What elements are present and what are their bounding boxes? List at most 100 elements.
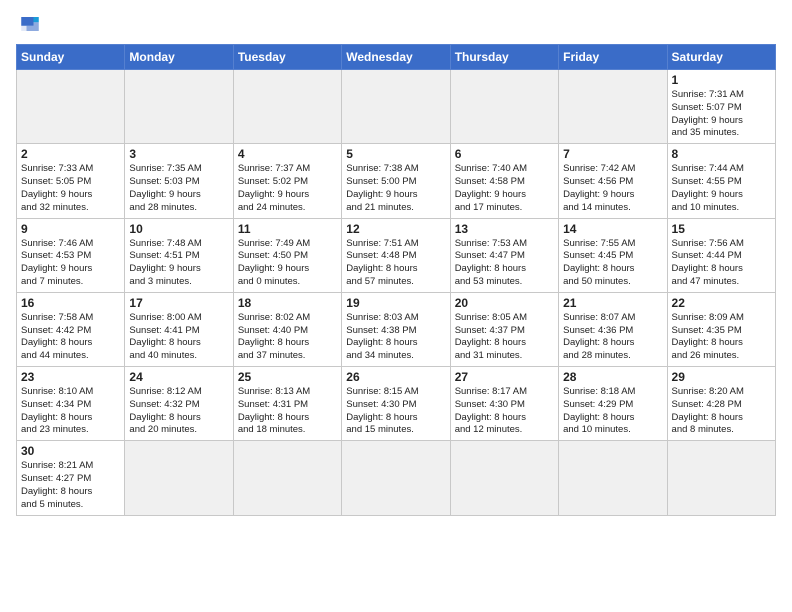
day-number: 29 <box>672 370 771 384</box>
day-number: 20 <box>455 296 554 310</box>
calendar-cell: 14Sunrise: 7:55 AM Sunset: 4:45 PM Dayli… <box>559 218 667 292</box>
weekday-saturday: Saturday <box>667 45 775 70</box>
day-number: 4 <box>238 147 337 161</box>
day-number: 6 <box>455 147 554 161</box>
day-number: 22 <box>672 296 771 310</box>
weekday-wednesday: Wednesday <box>342 45 450 70</box>
day-info: Sunrise: 8:10 AM Sunset: 4:34 PM Dayligh… <box>21 386 120 437</box>
day-info: Sunrise: 7:37 AM Sunset: 5:02 PM Dayligh… <box>238 163 337 214</box>
calendar-cell: 15 Sunrise: 7:56 AM Sunset: 4:44 PM Dayli… <box>667 218 775 292</box>
calendar-cell: 3 Sunrise: 7:35 AM Sunset: 5:03 PM Daylig… <box>125 144 233 218</box>
day-info: Sunrise: 7:33 AM Sunset: 5:05 PM Dayligh… <box>21 163 120 214</box>
day-info: Sunrise: 7:31 AM Sunset: 5:07 PM Dayligh… <box>672 89 771 140</box>
day-info: Sunrise: 7:51 AM Sunset: 4:48 PM Dayligh… <box>346 238 445 289</box>
calendar-row-5: 30 Sunrise: 8:21 AM Sunset: 4:27 PM Dayli… <box>17 441 776 515</box>
calendar-cell: 28Sunrise: 8:18 AM Sunset: 4:29 PM Dayli… <box>559 367 667 441</box>
calendar-cell: 21 Sunrise: 8:07 AM Sunset: 4:36 PM Dayli… <box>559 292 667 366</box>
calendar-cell: 9 Sunrise: 7:46 AM Sunset: 4:53 PM Daylig… <box>17 218 125 292</box>
day-info: Sunrise: 7:38 AM Sunset: 5:00 PM Dayligh… <box>346 163 445 214</box>
calendar-cell <box>233 441 341 515</box>
calendar-cell: 4 Sunrise: 7:37 AM Sunset: 5:02 PM Daylig… <box>233 144 341 218</box>
day-number: 2 <box>21 147 120 161</box>
day-info: Sunrise: 8:21 AM Sunset: 4:27 PM Dayligh… <box>21 460 120 511</box>
calendar-row-3: 16 Sunrise: 7:58 AM Sunset: 4:42 PM Dayli… <box>17 292 776 366</box>
day-info: Sunrise: 8:20 AM Sunset: 4:28 PM Dayligh… <box>672 386 771 437</box>
calendar-cell <box>125 441 233 515</box>
day-info: Sunrise: 7:56 AM Sunset: 4:44 PM Dayligh… <box>672 238 771 289</box>
day-info: Sunrise: 8:05 AM Sunset: 4:37 PM Dayligh… <box>455 312 554 363</box>
calendar-cell: 16 Sunrise: 7:58 AM Sunset: 4:42 PM Dayli… <box>17 292 125 366</box>
day-number: 17 <box>129 296 228 310</box>
day-number: 25 <box>238 370 337 384</box>
day-number: 18 <box>238 296 337 310</box>
day-info: Sunrise: 8:13 AM Sunset: 4:31 PM Dayligh… <box>238 386 337 437</box>
calendar-cell <box>125 70 233 144</box>
day-number: 5 <box>346 147 445 161</box>
logo-icon <box>16 10 44 38</box>
day-number: 16 <box>21 296 120 310</box>
day-number: 11 <box>238 222 337 236</box>
weekday-sunday: Sunday <box>17 45 125 70</box>
weekday-friday: Friday <box>559 45 667 70</box>
calendar-cell: 19Sunrise: 8:03 AM Sunset: 4:38 PM Dayli… <box>342 292 450 366</box>
day-info: Sunrise: 8:09 AM Sunset: 4:35 PM Dayligh… <box>672 312 771 363</box>
calendar-row-2: 9 Sunrise: 7:46 AM Sunset: 4:53 PM Daylig… <box>17 218 776 292</box>
calendar-row-0: 1 Sunrise: 7:31 AM Sunset: 5:07 PM Daylig… <box>17 70 776 144</box>
calendar-cell <box>17 70 125 144</box>
calendar-cell: 22 Sunrise: 8:09 AM Sunset: 4:35 PM Dayli… <box>667 292 775 366</box>
day-number: 27 <box>455 370 554 384</box>
calendar-cell: 11 Sunrise: 7:49 AM Sunset: 4:50 PM Dayli… <box>233 218 341 292</box>
day-info: Sunrise: 7:55 AM Sunset: 4:45 PM Dayligh… <box>563 238 662 289</box>
calendar-cell <box>450 70 558 144</box>
calendar-cell: 1 Sunrise: 7:31 AM Sunset: 5:07 PM Daylig… <box>667 70 775 144</box>
calendar-cell: 2 Sunrise: 7:33 AM Sunset: 5:05 PM Daylig… <box>17 144 125 218</box>
day-info: Sunrise: 8:07 AM Sunset: 4:36 PM Dayligh… <box>563 312 662 363</box>
day-info: Sunrise: 7:58 AM Sunset: 4:42 PM Dayligh… <box>21 312 120 363</box>
day-number: 1 <box>672 73 771 87</box>
calendar-cell <box>233 70 341 144</box>
day-info: Sunrise: 8:00 AM Sunset: 4:41 PM Dayligh… <box>129 312 228 363</box>
calendar-cell <box>342 441 450 515</box>
day-number: 12 <box>346 222 445 236</box>
day-number: 19 <box>346 296 445 310</box>
day-info: Sunrise: 8:18 AM Sunset: 4:29 PM Dayligh… <box>563 386 662 437</box>
day-number: 23 <box>21 370 120 384</box>
calendar-cell: 25 Sunrise: 8:13 AM Sunset: 4:31 PM Dayli… <box>233 367 341 441</box>
day-number: 15 <box>672 222 771 236</box>
weekday-monday: Monday <box>125 45 233 70</box>
weekday-header-row: SundayMondayTuesdayWednesdayThursdayFrid… <box>17 45 776 70</box>
day-number: 7 <box>563 147 662 161</box>
calendar-cell: 30 Sunrise: 8:21 AM Sunset: 4:27 PM Dayli… <box>17 441 125 515</box>
header <box>16 10 776 38</box>
calendar-cell: 24Sunrise: 8:12 AM Sunset: 4:32 PM Dayli… <box>125 367 233 441</box>
page: SundayMondayTuesdayWednesdayThursdayFrid… <box>0 0 792 612</box>
calendar-row-4: 23 Sunrise: 8:10 AM Sunset: 4:34 PM Dayli… <box>17 367 776 441</box>
day-info: Sunrise: 7:46 AM Sunset: 4:53 PM Dayligh… <box>21 238 120 289</box>
calendar-cell <box>342 70 450 144</box>
calendar-cell: 20 Sunrise: 8:05 AM Sunset: 4:37 PM Dayli… <box>450 292 558 366</box>
calendar-cell: 18Sunrise: 8:02 AM Sunset: 4:40 PM Dayli… <box>233 292 341 366</box>
calendar-cell: 10 Sunrise: 7:48 AM Sunset: 4:51 PM Dayli… <box>125 218 233 292</box>
day-info: Sunrise: 8:15 AM Sunset: 4:30 PM Dayligh… <box>346 386 445 437</box>
day-info: Sunrise: 7:48 AM Sunset: 4:51 PM Dayligh… <box>129 238 228 289</box>
calendar-cell: 12 Sunrise: 7:51 AM Sunset: 4:48 PM Dayli… <box>342 218 450 292</box>
calendar-cell: 17 Sunrise: 8:00 AM Sunset: 4:41 PM Dayli… <box>125 292 233 366</box>
calendar: SundayMondayTuesdayWednesdayThursdayFrid… <box>16 44 776 516</box>
day-info: Sunrise: 7:40 AM Sunset: 4:58 PM Dayligh… <box>455 163 554 214</box>
calendar-cell: 6 Sunrise: 7:40 AM Sunset: 4:58 PM Daylig… <box>450 144 558 218</box>
day-info: Sunrise: 7:35 AM Sunset: 5:03 PM Dayligh… <box>129 163 228 214</box>
day-info: Sunrise: 8:12 AM Sunset: 4:32 PM Dayligh… <box>129 386 228 437</box>
day-number: 10 <box>129 222 228 236</box>
calendar-cell <box>559 441 667 515</box>
calendar-cell: 8Sunrise: 7:44 AM Sunset: 4:55 PM Daylig… <box>667 144 775 218</box>
calendar-cell <box>559 70 667 144</box>
day-info: Sunrise: 8:17 AM Sunset: 4:30 PM Dayligh… <box>455 386 554 437</box>
day-number: 30 <box>21 444 120 458</box>
day-info: Sunrise: 7:49 AM Sunset: 4:50 PM Dayligh… <box>238 238 337 289</box>
calendar-cell <box>450 441 558 515</box>
calendar-row-1: 2 Sunrise: 7:33 AM Sunset: 5:05 PM Daylig… <box>17 144 776 218</box>
day-number: 3 <box>129 147 228 161</box>
day-number: 13 <box>455 222 554 236</box>
day-number: 9 <box>21 222 120 236</box>
day-number: 21 <box>563 296 662 310</box>
